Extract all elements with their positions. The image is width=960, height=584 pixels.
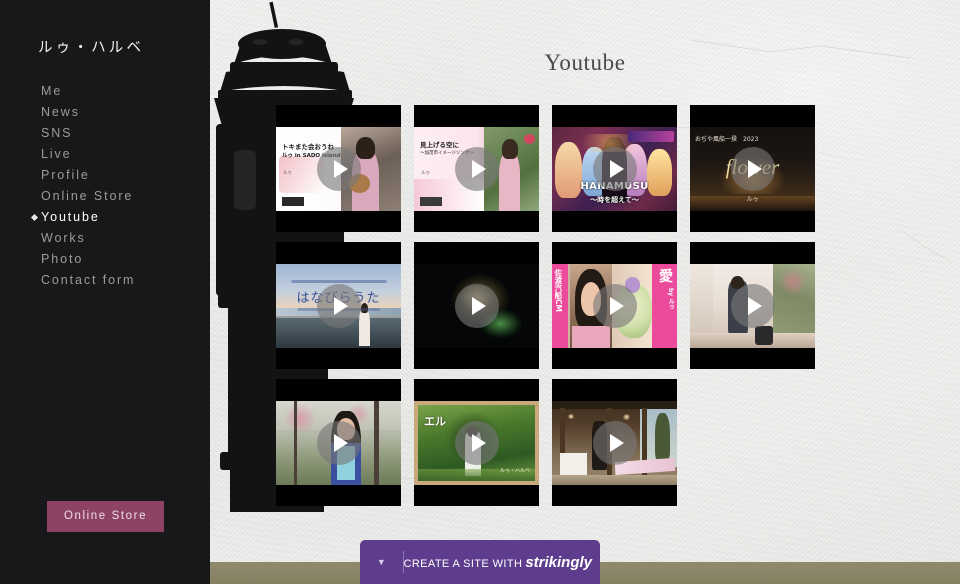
sidebar: ルゥ・ハルベ Me News SNS Live Profile Online S… — [0, 0, 210, 584]
thumb-byline: ルゥ — [746, 195, 759, 203]
page-root: Youtube トキまた会おうね ルゥ in SADO island ルゥ 見上… — [0, 0, 960, 584]
play-button[interactable] — [454, 283, 499, 328]
sidebar-item-contact-form[interactable]: Contact form — [0, 270, 210, 291]
thumb-title-line-2: 〜時を超えて〜 — [590, 195, 639, 204]
video-card-hanamusu[interactable]: HANAMUSU 〜時を超えて〜 — [552, 105, 677, 232]
sidebar-item-me[interactable]: Me — [0, 81, 210, 102]
thumb-title-line-1: 見上げる空に — [420, 141, 459, 149]
strikingly-prefix: CREATE A SITE WITH — [403, 557, 523, 570]
thumb-title-line-3: by ルゥ — [667, 288, 674, 311]
sidebar-item-label: Contact form — [41, 273, 136, 287]
site-title: ルゥ・ハルベ — [38, 40, 145, 56]
thumb-title-line-1: エル — [424, 415, 446, 428]
video-card-toki-mata-aoune[interactable]: トキまた会おうね ルゥ in SADO island ルゥ — [276, 105, 401, 232]
strikingly-label: CREATE A SITE WITH strikingly — [403, 554, 600, 571]
thumb-byline: ルゥ — [421, 171, 430, 176]
play-button[interactable] — [316, 283, 361, 328]
play-button[interactable] — [730, 283, 775, 328]
video-card-pavilion-live[interactable] — [552, 379, 677, 506]
sidebar-item-label: News — [41, 105, 80, 119]
video-card-eru[interactable]: エル ルゥ・ハルベ — [414, 379, 539, 506]
sidebar-item-news[interactable]: News — [0, 102, 210, 123]
sidebar-item-profile[interactable]: Profile — [0, 165, 210, 186]
video-card-shop-interior[interactable] — [690, 242, 815, 369]
sidebar-item-works[interactable]: Works — [0, 228, 210, 249]
sidebar-item-live[interactable]: Live — [0, 144, 210, 165]
play-button[interactable] — [316, 420, 361, 465]
video-card-miageru-sora-ni[interactable]: 見上げる空に 〜加茂市イメージソング〜 ルゥ — [414, 105, 539, 232]
play-button[interactable] — [316, 146, 361, 191]
video-grid: トキまた会おうね ルゥ in SADO island ルゥ 見上げる空に 〜加茂… — [276, 105, 896, 516]
play-button[interactable] — [592, 146, 637, 191]
thumb-title-line-2: 愛 — [659, 269, 673, 285]
video-card-fireworks[interactable] — [414, 242, 539, 369]
sidebar-item-label: SNS — [41, 126, 73, 140]
page-title: Youtube — [544, 50, 626, 75]
video-row: はなびらうた — [276, 242, 896, 369]
play-button[interactable] — [454, 146, 499, 191]
sidebar-item-label: Youtube — [41, 210, 100, 224]
sidebar-item-youtube[interactable]: Youtube — [0, 207, 210, 228]
play-button[interactable] — [592, 420, 637, 465]
diamond-bullet-icon — [30, 213, 39, 222]
sidebar-item-label: Works — [41, 231, 86, 245]
strikingly-banner[interactable]: ▼ CREATE A SITE WITH strikingly — [360, 540, 600, 584]
sidebar-item-label: Profile — [41, 168, 90, 182]
video-card-hanabira-uta[interactable]: はなびらうた — [276, 242, 401, 369]
online-store-button[interactable]: Online Store — [47, 501, 164, 532]
sidebar-nav: Me News SNS Live Profile Online Store Yo… — [0, 81, 210, 291]
strikingly-brand: strikingly — [525, 553, 592, 571]
sidebar-item-label: Me — [41, 84, 63, 98]
video-card-sakura[interactable] — [276, 379, 401, 506]
play-button[interactable] — [592, 283, 637, 328]
chevron-down-icon[interactable]: ▼ — [360, 557, 403, 567]
video-row: トキまた会おうね ルゥ in SADO island ルゥ 見上げる空に 〜加茂… — [276, 105, 896, 232]
play-button[interactable] — [454, 420, 499, 465]
sidebar-item-label: Live — [41, 147, 72, 161]
thumb-title-line-1: おぢや風船一揆 2023 — [695, 136, 759, 143]
thumb-title-line-1: 佐渡汽船CM — [553, 269, 563, 312]
video-row: エル ルゥ・ハルベ — [276, 379, 896, 506]
play-button[interactable] — [730, 146, 775, 191]
video-card-ojiya-flower[interactable]: おぢや風船一揆 2023 flower ルゥ — [690, 105, 815, 232]
sidebar-item-online-store[interactable]: Online Store — [0, 186, 210, 207]
sidebar-item-sns[interactable]: SNS — [0, 123, 210, 144]
main-content-area: Youtube トキまた会おうね ルゥ in SADO island ルゥ 見上… — [210, 0, 960, 584]
sidebar-item-label: Photo — [41, 252, 84, 266]
sidebar-item-photo[interactable]: Photo — [0, 249, 210, 270]
video-card-sadokisen-cm[interactable]: 佐渡汽船CM 愛 by ルゥ — [552, 242, 677, 369]
sidebar-item-label: Online Store — [41, 189, 134, 203]
thumb-byline: ルゥ — [283, 171, 292, 176]
thumb-byline: ルゥ・ハルベ — [499, 468, 530, 475]
